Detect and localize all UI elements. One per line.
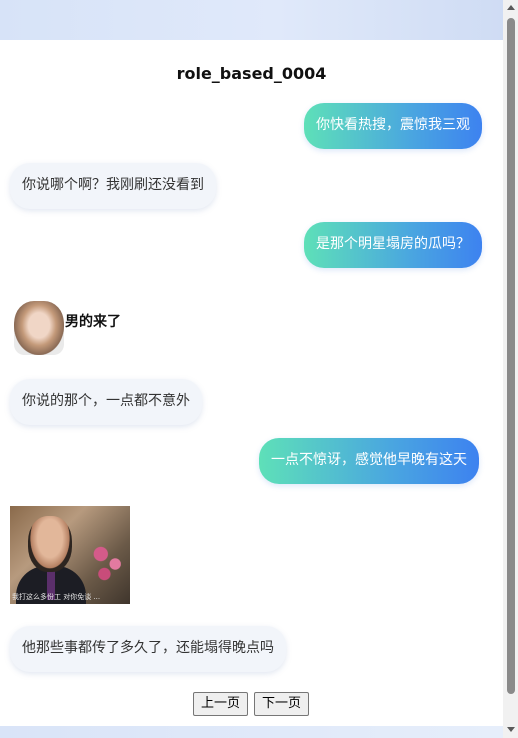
scroll-down-arrow-icon[interactable] — [507, 727, 515, 732]
sticker-flowers-picture — [90, 542, 126, 582]
sticker-image: 我打这么多份工 对你免谈 ... — [10, 506, 130, 604]
scroll-up-arrow-icon[interactable] — [507, 5, 515, 10]
message-bubble-received: 你说的那个，一点都不意外 — [10, 379, 202, 425]
message-bubble-sent: 你快看热搜，震惊我三观 — [304, 103, 482, 149]
sticker-subtitle: 我打这么多份工 对你免谈 ... — [12, 593, 101, 601]
bottom-band — [0, 726, 503, 738]
message-bubble-received: 他那些事都传了多久了，还能塌得晚点吗 — [10, 626, 286, 672]
top-header-band — [0, 0, 503, 40]
sticker-image: 男的来了 — [10, 297, 130, 357]
sticker-face-picture — [14, 301, 64, 355]
sticker-man-picture — [28, 516, 72, 572]
prev-page-button[interactable]: 上一页 — [193, 692, 249, 716]
scroll-thumb[interactable] — [507, 18, 515, 694]
vertical-scrollbar[interactable] — [503, 0, 518, 738]
sticker-caption: 男的来了 — [65, 314, 121, 330]
message-bubble-sent: 一点不惊讶，感觉他早晚有这天 — [259, 438, 479, 484]
page-title: role_based_0004 — [176, 64, 327, 83]
next-page-button[interactable]: 下一页 — [254, 692, 310, 716]
message-bubble-received: 你说哪个啊？我刚刷还没看到 — [10, 163, 216, 209]
message-bubble-sent: 是那个明星塌房的瓜吗？ — [304, 222, 482, 268]
